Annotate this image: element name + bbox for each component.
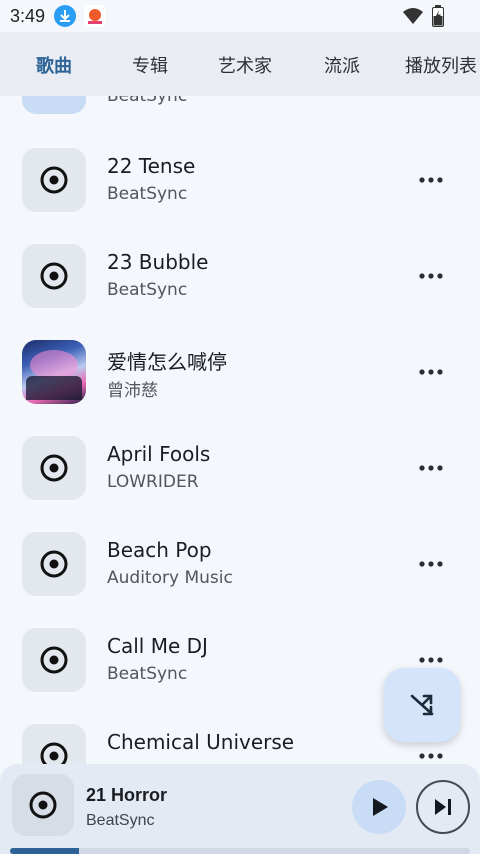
song-title: 爱情怎么喊停 <box>107 350 227 374</box>
music-disc-icon <box>29 791 57 819</box>
music-disc-icon <box>40 166 68 194</box>
tab-artists[interactable]: 艺术家 <box>218 52 272 78</box>
song-artist: LOWRIDER <box>107 472 199 492</box>
wifi-icon <box>402 6 424 31</box>
song-title: 23 Bubble <box>107 250 209 274</box>
song-thumbnail <box>22 436 86 500</box>
status-time: 3:49 <box>10 6 46 26</box>
shuffle-icon <box>410 694 434 716</box>
more-horizontal-icon[interactable] <box>414 554 448 574</box>
more-horizontal-icon[interactable] <box>414 746 448 764</box>
now-playing-title: 21 Horror <box>86 785 168 805</box>
song-artist: 曾沛慈 <box>107 381 158 401</box>
more-horizontal-icon[interactable] <box>414 362 448 382</box>
song-title: Chemical Universe <box>107 730 295 754</box>
song-row[interactable]: April Fools LOWRIDER <box>0 436 480 532</box>
status-bar: 3:49 <box>0 0 480 32</box>
music-disc-icon <box>40 742 68 764</box>
music-disc-icon <box>40 550 68 578</box>
song-title: Call Me DJ <box>107 634 208 658</box>
tab-songs[interactable]: 歌曲 <box>36 52 72 78</box>
more-horizontal-icon[interactable] <box>414 266 448 286</box>
more-horizontal-icon[interactable] <box>414 650 448 670</box>
download-icon <box>54 5 76 27</box>
song-artist: BeatSync <box>107 184 188 204</box>
song-artist: BeatSync <box>107 664 188 684</box>
tab-playlists[interactable]: 播放列表 <box>405 52 477 78</box>
song-title: April Fools <box>107 442 211 466</box>
song-row[interactable]: 22 Tense BeatSync <box>0 148 480 244</box>
song-list: BeatSync 22 Tense BeatSync 23 Bubble Bea… <box>0 96 480 764</box>
music-disc-icon <box>40 646 68 674</box>
album-cover <box>22 340 86 404</box>
playback-progress-fill <box>10 848 79 854</box>
play-icon <box>373 798 388 816</box>
music-disc-icon <box>40 454 68 482</box>
song-thumbnail <box>22 148 86 212</box>
tab-bar: 歌曲 专辑 艺术家 流派 播放列表 <box>0 32 480 96</box>
song-row[interactable]: 爱情怎么喊停 曾沛慈 <box>0 340 480 436</box>
song-artist: BeatSync <box>107 96 188 106</box>
song-row[interactable]: BeatSync <box>0 96 480 146</box>
mini-player[interactable]: 21 Horror BeatSync <box>0 764 480 854</box>
skip-next-icon <box>435 799 451 815</box>
song-row[interactable]: Beach Pop Auditory Music <box>0 532 480 628</box>
app-notification-icon <box>84 5 106 27</box>
now-playing-thumbnail <box>12 774 74 836</box>
battery-charging-icon <box>432 5 444 32</box>
song-thumbnail <box>22 244 86 308</box>
skip-next-button[interactable] <box>416 780 470 834</box>
music-disc-icon <box>40 262 68 290</box>
more-horizontal-icon[interactable] <box>414 170 448 190</box>
song-thumbnail <box>22 628 86 692</box>
song-title: Beach Pop <box>107 538 212 562</box>
song-artist: Auditory Music <box>107 568 233 588</box>
now-playing-artist: BeatSync <box>86 812 155 829</box>
song-artist: BeatSync <box>107 280 188 300</box>
song-thumbnail <box>22 96 86 114</box>
song-thumbnail <box>22 724 86 764</box>
song-row[interactable]: 23 Bubble BeatSync <box>0 244 480 340</box>
play-button[interactable] <box>352 780 406 834</box>
more-horizontal-icon[interactable] <box>414 458 448 478</box>
tab-albums[interactable]: 专辑 <box>132 52 168 78</box>
song-thumbnail <box>22 532 86 596</box>
shuffle-button[interactable] <box>384 668 460 742</box>
song-title: 22 Tense <box>107 154 196 178</box>
playback-progress[interactable] <box>10 848 470 854</box>
tab-genres[interactable]: 流派 <box>324 52 360 78</box>
